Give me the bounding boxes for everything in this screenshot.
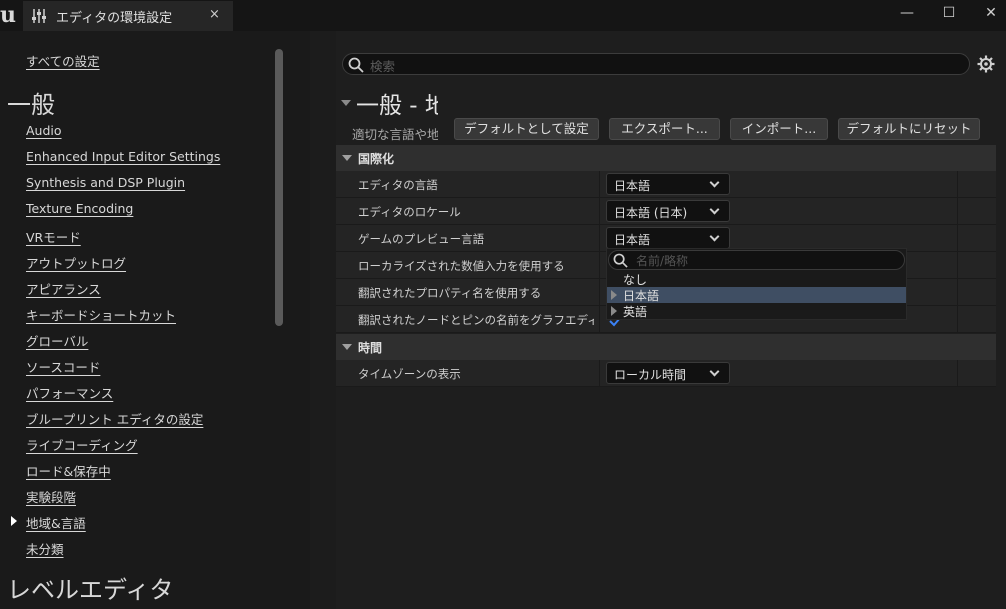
sidebar-item[interactable]: アウトプットログ	[26, 253, 126, 272]
collapse-arrow-icon	[342, 344, 352, 350]
sidebar-item[interactable]: Enhanced Input Editor Settings	[26, 149, 220, 164]
setting-label: 翻訳されたプロパティ名を使用する	[358, 286, 542, 300]
setting-label: タイムゾーンの表示	[358, 367, 461, 381]
section-title: 一般 - 地	[356, 93, 438, 119]
title-bar: u エディタの環境設定 × — ☐ ✕	[0, 0, 1006, 31]
sidebar-item[interactable]: ブループリント エディタの設定	[26, 409, 203, 428]
tab-close-button[interactable]: ×	[209, 7, 220, 22]
sidebar-item[interactable]: VRモード	[26, 227, 81, 246]
search-placeholder: 検索	[370, 59, 396, 74]
import-button[interactable]: インポート...	[730, 118, 828, 140]
category-label: 時間	[358, 341, 383, 355]
combo-value: ローカル時間	[614, 368, 687, 382]
sidebar-item[interactable]: ソースコード	[26, 357, 100, 376]
sidebar-item[interactable]: アピアランス	[26, 279, 101, 298]
sidebar-scrollbar[interactable]	[275, 49, 283, 326]
minimize-button[interactable]: —	[897, 4, 917, 22]
reset-to-default-button[interactable]: デフォルトにリセット	[838, 118, 980, 140]
language-dropdown-menu: 名前/略称 なし 日本語 英語	[606, 248, 907, 320]
setting-label: 翻訳されたノードとピンの名前をグラフエディタで	[358, 313, 594, 327]
chevron-down-icon	[709, 366, 720, 377]
editor-language-dropdown[interactable]: 日本語	[606, 173, 730, 195]
option-label: 英語	[623, 305, 648, 319]
setting-label: ローカライズされた数値入力を使用する	[358, 259, 565, 273]
unreal-logo: u	[0, 2, 16, 28]
section-description: 適切な言語や地	[352, 127, 438, 142]
sidebar-item[interactable]: 実験段階	[26, 487, 76, 506]
sidebar-group-level-editor: レベルエディタ	[7, 576, 174, 604]
tab-editor-preferences[interactable]: エディタの環境設定 ×	[23, 1, 233, 31]
dropdown-search-input[interactable]: 名前/略称	[608, 250, 905, 270]
search-icon	[613, 253, 628, 268]
splitter[interactable]	[310, 31, 336, 609]
setting-label: エディタのロケール	[358, 205, 461, 219]
editor-locale-dropdown[interactable]: 日本語 (日本)	[606, 200, 730, 222]
sidebar-item[interactable]: Texture Encoding	[26, 201, 133, 216]
chevron-down-icon	[709, 177, 720, 188]
combo-value: 日本語 (日本)	[614, 206, 688, 220]
export-button[interactable]: エクスポート...	[609, 118, 720, 140]
option-label: なし	[623, 273, 648, 287]
sidebar-group-general: 一般	[7, 91, 55, 119]
expand-arrow-icon[interactable]	[611, 290, 617, 300]
search-icon	[348, 57, 364, 73]
sidebar-item[interactable]: ロード&保存中	[26, 461, 111, 480]
sidebar-item[interactable]: ライブコーディング	[26, 435, 138, 454]
sidebar-item-all-settings[interactable]: すべての設定	[26, 51, 100, 70]
sidebar-item[interactable]: グローバル	[26, 331, 88, 350]
sidebar-item[interactable]: Audio	[26, 123, 62, 138]
chevron-down-icon	[709, 204, 720, 215]
category-label: 国際化	[358, 152, 395, 166]
set-as-default-button[interactable]: デフォルトとして設定	[454, 118, 599, 140]
dropdown-option-japanese[interactable]: 日本語	[607, 287, 906, 303]
gear-icon[interactable]	[977, 55, 995, 73]
timezone-dropdown[interactable]: ローカル時間	[606, 362, 730, 384]
dropdown-option-none[interactable]: なし	[607, 271, 906, 287]
search-input[interactable]: 検索	[342, 53, 970, 75]
collapse-arrow-icon[interactable]	[341, 100, 351, 106]
sidebar-item[interactable]: 未分類	[26, 539, 64, 558]
option-label: 日本語	[623, 289, 660, 303]
setting-label: ゲームのプレビュー言語	[358, 232, 485, 246]
dropdown-search-placeholder: 名前/略称	[636, 254, 689, 268]
sidebar-item[interactable]: Synthesis and DSP Plugin	[26, 175, 185, 190]
combo-value: 日本語	[614, 233, 651, 247]
maximize-button[interactable]: ☐	[939, 4, 959, 22]
selected-arrow-icon	[11, 516, 17, 526]
category-internationalization[interactable]: 国際化	[336, 145, 996, 171]
tab-title: エディタの環境設定	[56, 11, 173, 26]
sidebar-item[interactable]: キーボードショートカット	[26, 305, 176, 324]
category-time[interactable]: 時間	[336, 334, 996, 360]
chevron-down-icon	[709, 231, 720, 242]
setting-label: エディタの言語	[358, 178, 438, 192]
dropdown-option-english[interactable]: 英語	[607, 303, 906, 319]
collapse-arrow-icon	[342, 155, 352, 161]
close-window-button[interactable]: ✕	[981, 4, 1001, 22]
preview-language-dropdown[interactable]: 日本語	[606, 227, 730, 249]
combo-value: 日本語	[614, 179, 651, 193]
settings-sliders-icon	[32, 9, 46, 23]
sidebar-item[interactable]: パフォーマンス	[26, 383, 113, 402]
sidebar-item-region-language[interactable]: 地域&言語	[26, 513, 86, 532]
expand-arrow-icon[interactable]	[611, 306, 617, 316]
